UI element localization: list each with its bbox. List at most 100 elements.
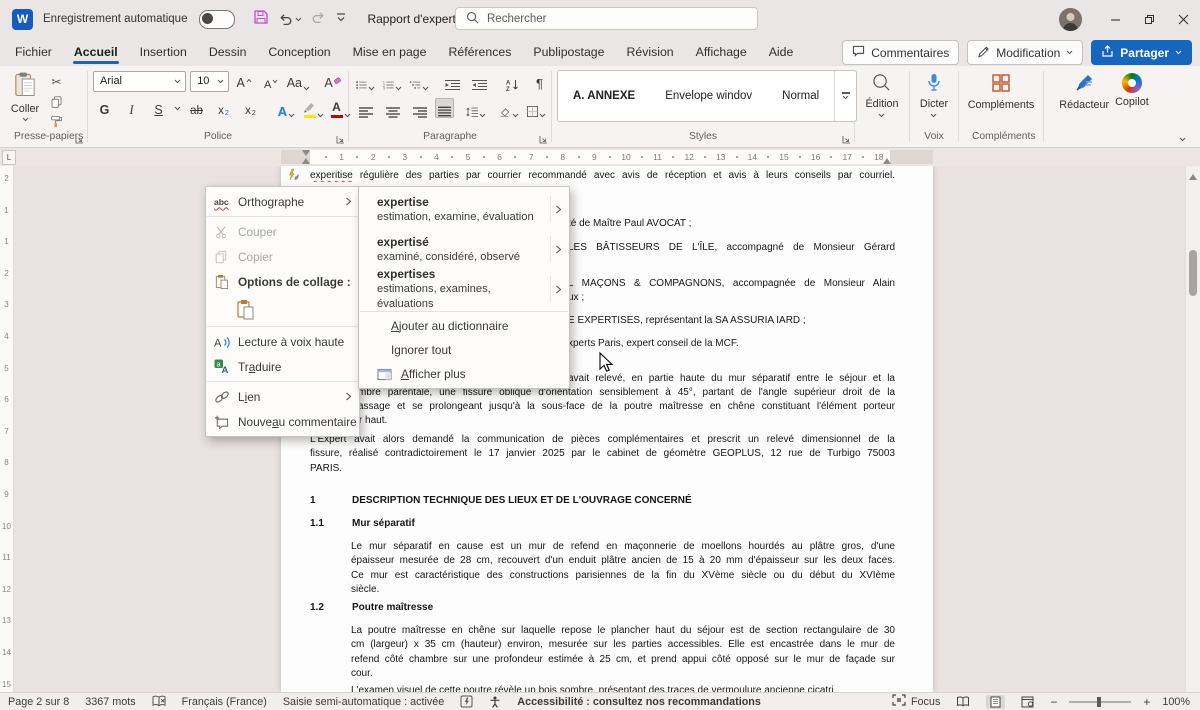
autocorrect-options-icon[interactable] xyxy=(285,168,301,182)
focus-mode-button[interactable]: Focus xyxy=(892,694,940,709)
tab-publipostage[interactable]: Publipostage xyxy=(522,40,615,64)
scroll-up-icon[interactable] xyxy=(1189,170,1197,180)
tab-fichier[interactable]: Fichier xyxy=(4,40,63,64)
print-layout-button[interactable] xyxy=(986,695,1005,709)
borders-button[interactable] xyxy=(525,98,548,118)
sort-button[interactable]: AZ xyxy=(501,71,524,91)
suggestion-expertises[interactable]: expertisesestimations, examines, évaluat… xyxy=(359,269,569,309)
tab-selector-icon[interactable]: L xyxy=(2,150,16,165)
collapse-ribbon-icon[interactable] xyxy=(1179,137,1186,142)
cut-button[interactable]: ✂ xyxy=(51,74,61,89)
copilot-button[interactable]: Copilot xyxy=(1115,66,1149,108)
numbering-button[interactable]: 123 xyxy=(381,71,404,91)
zoom-out-button[interactable]: − xyxy=(1050,695,1057,709)
chevron-down-icon[interactable] xyxy=(174,106,181,111)
editing-mode-button[interactable]: Modification xyxy=(967,40,1083,65)
editor-button[interactable]: Rédacteur xyxy=(1059,66,1109,111)
tab-conception[interactable]: Conception xyxy=(257,40,341,64)
dialog-launcher-icon[interactable] xyxy=(336,135,345,144)
zoom-slider[interactable] xyxy=(1069,701,1131,703)
word-count[interactable]: 3367 mots xyxy=(85,696,135,708)
tab-aide[interactable]: Aide xyxy=(758,40,805,64)
align-right-button[interactable] xyxy=(408,98,431,118)
menu-item-orthographe[interactable]: abcOrthographe xyxy=(206,189,359,214)
font-name-select[interactable]: Arial xyxy=(93,71,186,92)
line-spacing-button[interactable] xyxy=(464,98,488,118)
superscript-button[interactable]: x2 xyxy=(239,98,262,118)
style-item-envelope-windov[interactable]: Envelope windov xyxy=(650,71,767,121)
misspelled-word[interactable]: experitise xyxy=(310,170,353,181)
vertical-scrollbar[interactable] xyxy=(1185,166,1200,692)
zoom-level[interactable]: 100% xyxy=(1162,696,1190,708)
menu-item-lien[interactable]: Lien xyxy=(206,384,359,409)
read-mode-button[interactable] xyxy=(952,695,974,708)
align-left-button[interactable] xyxy=(354,98,377,118)
menu-item-lecture-a-voix-haute[interactable]: ALecture à voix haute xyxy=(206,329,359,354)
bold-button[interactable]: G xyxy=(93,98,116,118)
hanging-indent-marker[interactable] xyxy=(302,154,310,164)
paste-option-keep-formatting[interactable] xyxy=(206,294,359,324)
page-indicator[interactable]: Page 2 sur 8 xyxy=(8,696,69,708)
change-case-button[interactable]: Aa xyxy=(287,71,310,91)
highlight-button[interactable] xyxy=(302,98,325,118)
menu-item-nouveau-commentaire[interactable]: Nouveau commentaire xyxy=(206,409,359,434)
shading-button[interactable] xyxy=(498,98,521,118)
quick-access-overflow-icon[interactable] xyxy=(335,10,347,28)
strikethrough-button[interactable]: ab xyxy=(185,98,208,118)
proofing-errors-icon[interactable] xyxy=(152,695,166,708)
tab-affichage[interactable]: Affichage xyxy=(685,40,758,64)
redo-button[interactable] xyxy=(311,10,326,29)
tab-accueil[interactable]: Accueil xyxy=(63,40,129,64)
search-input[interactable]: Rechercher xyxy=(455,7,758,30)
styles-gallery-more-button[interactable] xyxy=(834,71,856,121)
shrink-font-button[interactable]: A xyxy=(260,71,283,91)
vertical-ruler[interactable]: 21123456789101112131415 xyxy=(0,166,14,692)
share-button[interactable]: Partager xyxy=(1091,40,1192,65)
dialog-launcher-icon[interactable] xyxy=(539,135,548,144)
addins-button[interactable]: Compléments xyxy=(968,66,1035,111)
suggestion-expertise[interactable]: expertiseestimation, examine, évaluation xyxy=(359,189,569,229)
language-indicator[interactable]: Français (France) xyxy=(182,696,267,708)
undo-button[interactable] xyxy=(278,12,302,26)
dialog-launcher-icon[interactable] xyxy=(842,135,851,144)
menu-item-ignorer-tout[interactable]: Ignorer tout xyxy=(359,338,569,362)
horizontal-ruler[interactable]: L 123456789101112131415161718 xyxy=(0,148,1200,166)
text-effects-button[interactable]: A xyxy=(275,98,298,118)
menu-item-options-de-collage[interactable]: Options de collage : xyxy=(206,269,359,294)
tab-mise-en-page[interactable]: Mise en page xyxy=(342,40,438,64)
decrease-indent-button[interactable] xyxy=(441,71,464,91)
comments-button[interactable]: Commentaires xyxy=(842,40,959,65)
menu-item-ajouter-au-dictionnaire[interactable]: Ajouter au dictionnaire xyxy=(359,314,569,338)
grow-font-button[interactable]: A xyxy=(233,71,256,91)
autocomplete-status[interactable]: Saisie semi-automatique : activée xyxy=(283,696,444,708)
word-logo-icon[interactable]: W xyxy=(12,9,33,30)
multilevel-list-button[interactable] xyxy=(408,71,431,91)
scrollbar-thumb[interactable] xyxy=(1189,250,1197,296)
menu-item-afficher-plus[interactable]: Afficher plus xyxy=(359,362,569,386)
autocorrect-status-icon[interactable] xyxy=(460,695,473,708)
web-layout-button[interactable] xyxy=(1017,695,1038,709)
show-paragraph-marks-button[interactable]: ¶ xyxy=(528,71,551,91)
minimize-button[interactable] xyxy=(1098,0,1132,38)
dictate-button[interactable]: Dicter xyxy=(920,66,948,118)
suggestion-expertise[interactable]: expertiséexaminé, considéré, observé xyxy=(359,229,569,269)
italic-button[interactable]: I xyxy=(120,98,143,118)
align-center-button[interactable] xyxy=(381,98,404,118)
save-icon[interactable] xyxy=(253,9,269,30)
underline-button[interactable]: S xyxy=(147,98,170,118)
format-painter-button[interactable] xyxy=(50,114,63,129)
user-avatar[interactable] xyxy=(1059,8,1082,31)
autosave-toggle[interactable] xyxy=(199,10,235,29)
font-size-select[interactable]: 10 xyxy=(190,71,229,92)
close-button[interactable] xyxy=(1166,0,1200,38)
font-color-button[interactable]: A xyxy=(329,98,352,118)
editing-button[interactable]: Édition xyxy=(865,66,898,118)
tab-references[interactable]: Références xyxy=(437,40,522,64)
paste-button[interactable]: Coller xyxy=(2,66,48,122)
zoom-slider-thumb[interactable] xyxy=(1097,697,1101,707)
zoom-in-button[interactable]: + xyxy=(1143,695,1150,709)
dialog-launcher-icon[interactable] xyxy=(75,135,84,144)
tab-revision[interactable]: Révision xyxy=(615,40,684,64)
restore-button[interactable] xyxy=(1132,0,1166,38)
copy-button[interactable] xyxy=(50,94,63,109)
